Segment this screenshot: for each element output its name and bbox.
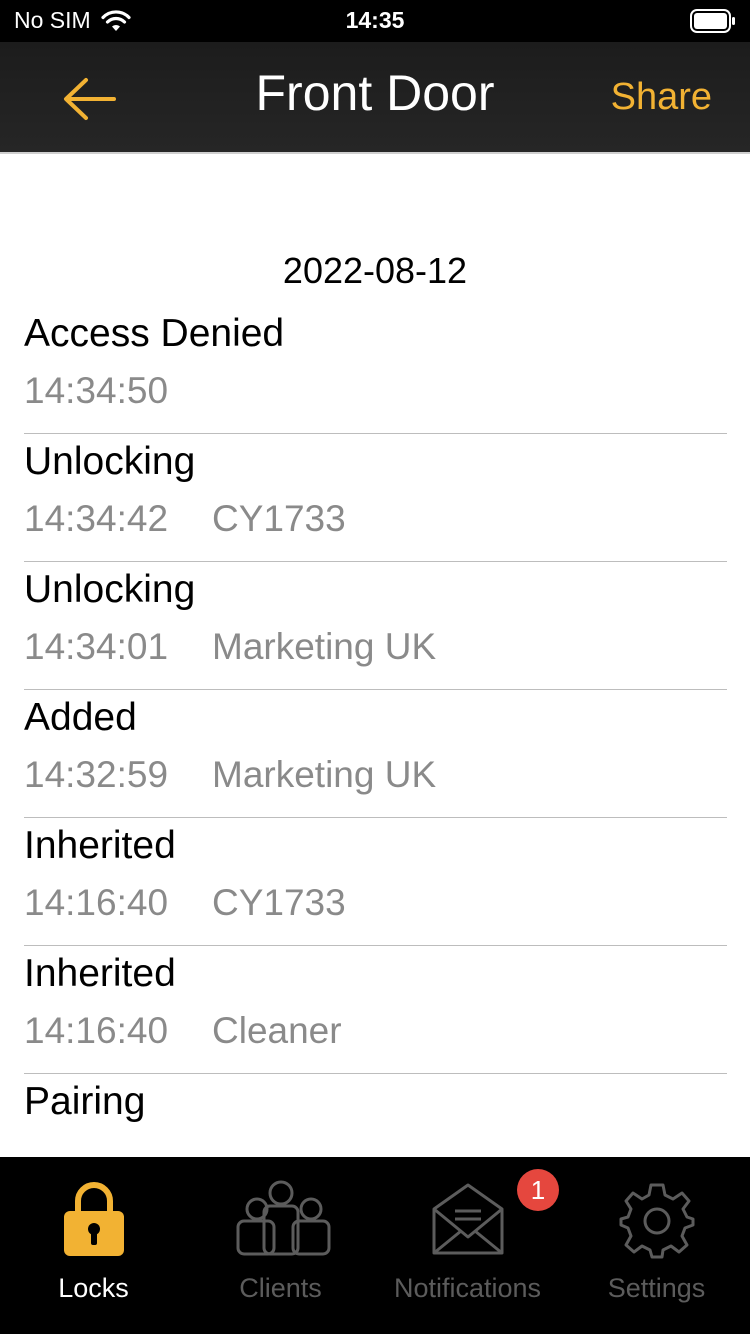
status-bar: No SIM 14:35 (0, 0, 750, 42)
log-user: CY1733 (212, 498, 346, 539)
navigation-bar: Front Door Share (0, 42, 750, 154)
log-time: 14:34:01 (24, 626, 169, 667)
log-user: Marketing UK (212, 626, 437, 667)
tab-locks[interactable]: Locks (0, 1157, 187, 1334)
log-row[interactable]: Inherited 14:16:40 Cleaner (24, 946, 727, 1074)
log-time: 14:16:40 (24, 1010, 169, 1051)
battery-icon (690, 9, 736, 38)
tab-label: Settings (607, 1273, 706, 1303)
log-time: 14:34:42 (24, 498, 169, 539)
log-event: Inherited (24, 952, 176, 995)
envelope-icon (432, 1183, 503, 1255)
log-content[interactable]: 2022-08-12 Access Denied 14:34:50 Unlock… (0, 154, 750, 1157)
share-button[interactable]: Share (611, 76, 712, 119)
log-row[interactable]: Pairing (24, 1074, 727, 1157)
tab-label: Locks (58, 1273, 129, 1303)
log-row[interactable]: Unlocking 14:34:42 CY1733 (24, 434, 727, 562)
log-user: Cleaner (212, 1010, 342, 1051)
log-user: Marketing UK (212, 754, 437, 795)
log-event: Pairing (24, 1080, 146, 1123)
tab-clients[interactable]: Clients (187, 1157, 374, 1334)
log-user: CY1733 (212, 882, 346, 923)
log-event: Added (24, 696, 137, 739)
tab-label: Clients (239, 1273, 322, 1303)
log-row[interactable]: Unlocking 14:34:01 Marketing UK (24, 562, 727, 690)
log-row[interactable]: Inherited 14:16:40 CY1733 (24, 818, 727, 946)
tab-bar: Locks Clients Notifications 1 Settings (0, 1157, 750, 1334)
tab-settings[interactable]: Settings (563, 1157, 750, 1334)
log-date: 2022-08-12 (282, 250, 468, 291)
log-row[interactable]: Access Denied 14:34:50 (24, 306, 727, 434)
status-time: 14:35 (345, 7, 405, 33)
notification-badge: 1 (517, 1169, 559, 1211)
log-time: 14:34:50 (24, 370, 169, 411)
gear-icon (619, 1183, 694, 1259)
lock-icon (63, 1182, 124, 1256)
tab-label: Notifications (393, 1273, 542, 1303)
log-event: Inherited (24, 824, 176, 867)
log-list: Access Denied 14:34:50 Unlocking 14:34:4… (24, 306, 727, 1157)
log-event: Access Denied (24, 312, 285, 355)
log-time: 14:32:59 (24, 754, 169, 795)
log-event: Unlocking (24, 568, 196, 611)
clients-icon (236, 1180, 330, 1256)
log-row[interactable]: Added 14:32:59 Marketing UK (24, 690, 727, 818)
log-event: Unlocking (24, 440, 196, 483)
log-time: 14:16:40 (24, 882, 169, 923)
